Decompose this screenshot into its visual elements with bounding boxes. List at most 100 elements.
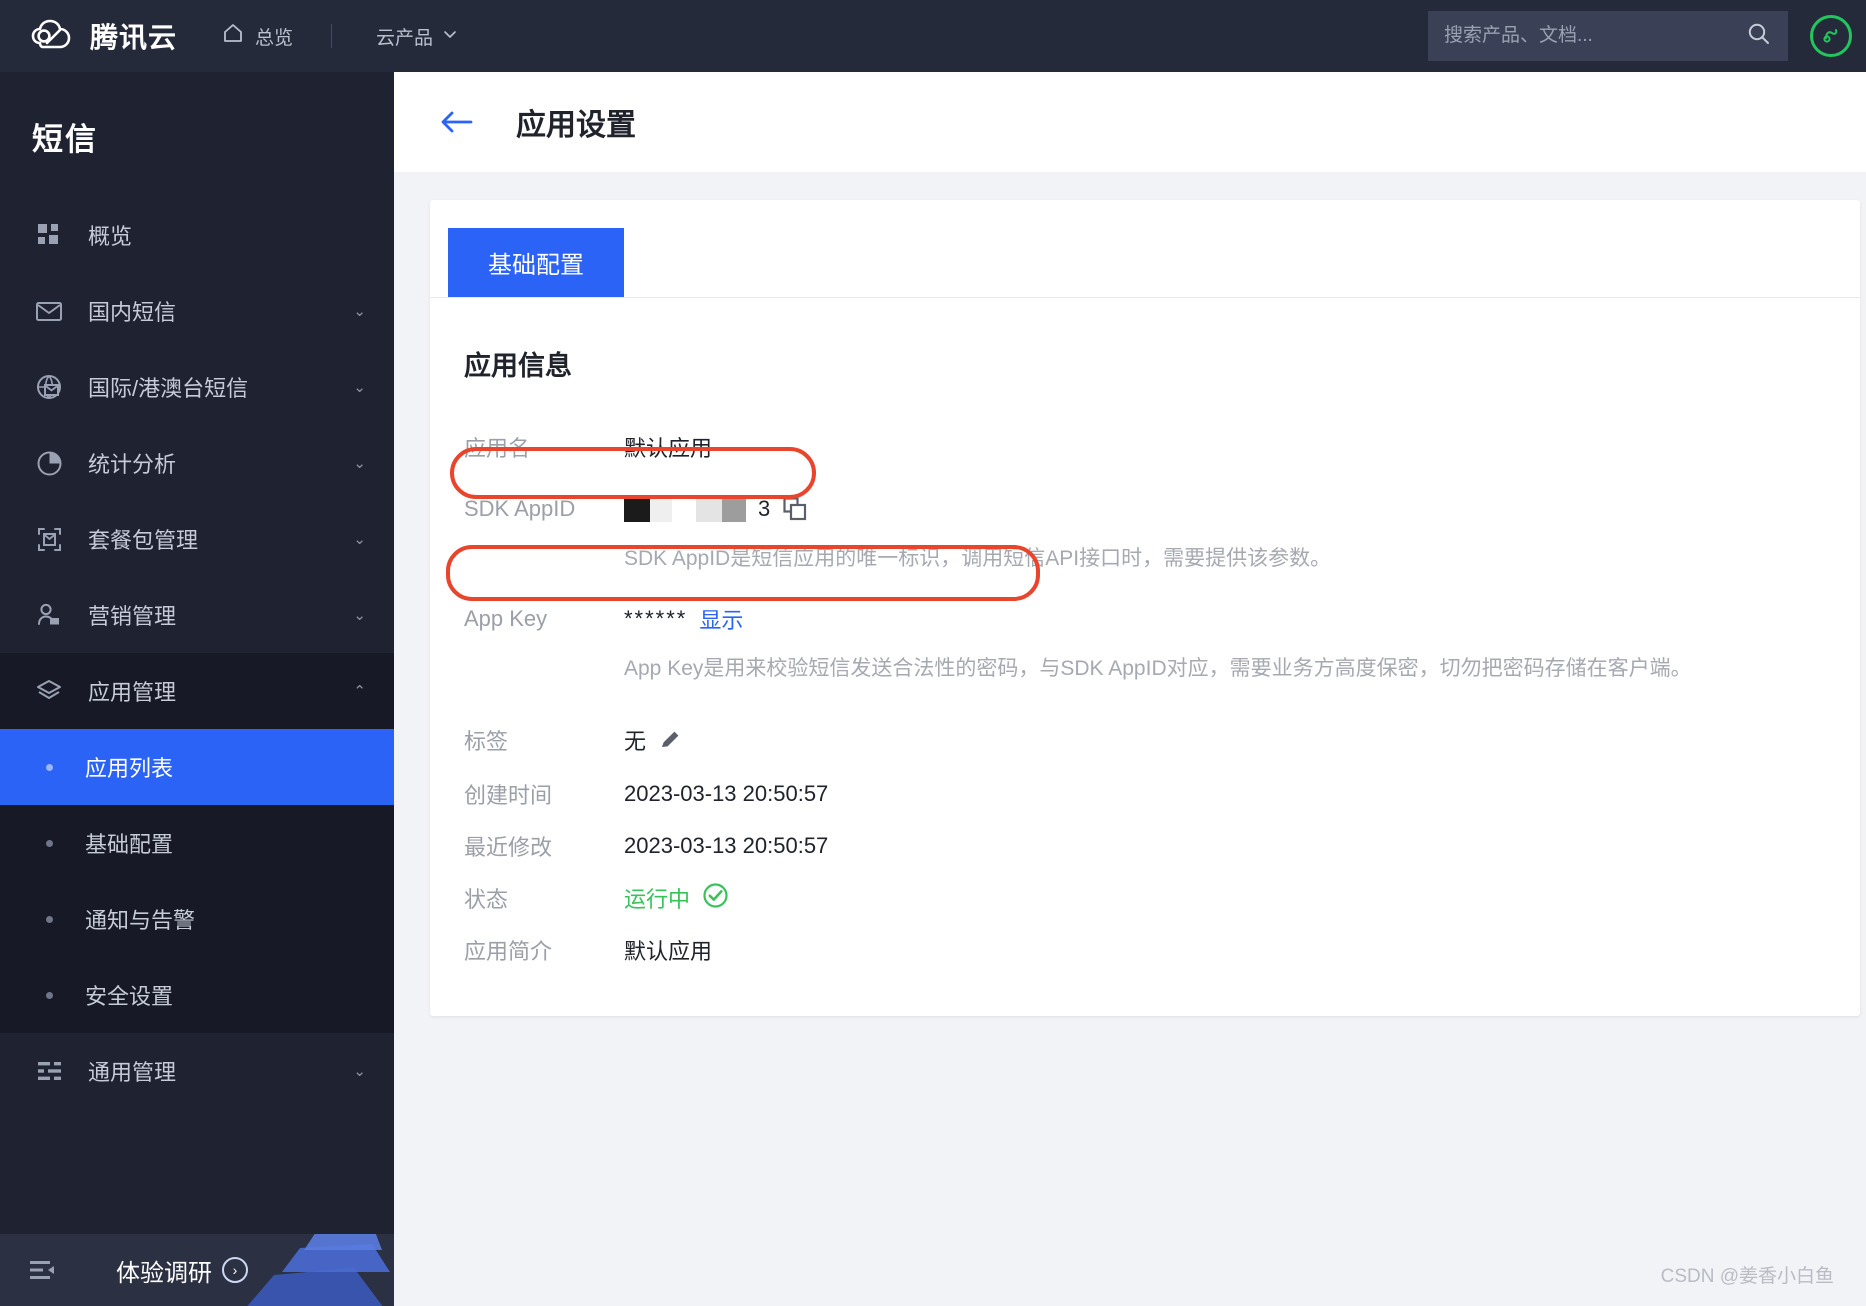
field-label-sdk-appid: SDK AppID bbox=[464, 496, 576, 521]
tab-bar: 基础配置 bbox=[430, 200, 1860, 298]
sidebar-bottom-bar: 体验调研 › bbox=[0, 1234, 394, 1306]
sidebar-item-international-sms[interactable]: 国际/港澳台短信 ⌄ bbox=[0, 349, 394, 425]
chevron-down-icon: ⌄ bbox=[353, 379, 366, 396]
pie-chart-icon bbox=[32, 450, 66, 477]
chevron-right-circle-icon: › bbox=[222, 1257, 248, 1283]
field-row-app-description: 应用简介 默认应用 bbox=[464, 924, 1860, 976]
field-row-status: 状态 运行中 bbox=[464, 872, 1860, 924]
sidebar-item-security-settings[interactable]: 安全设置 bbox=[0, 957, 394, 1033]
main-content: 应用设置 基础配置 应用信息 应用名 默认应用 SDK AppID 3 SDK … bbox=[394, 72, 1866, 1306]
sidebar-item-basic-config-label: 基础配置 bbox=[85, 832, 174, 857]
copy-icon[interactable] bbox=[782, 496, 808, 522]
field-value-app-description: 默认应用 bbox=[624, 939, 713, 964]
field-value-app-name: 默认应用 bbox=[624, 436, 713, 461]
home-icon bbox=[221, 21, 245, 51]
field-label-create-time: 创建时间 bbox=[464, 783, 553, 808]
bullet-icon bbox=[46, 991, 53, 999]
sidebar-item-international-sms-label: 国际/港澳台短信 bbox=[88, 376, 249, 401]
field-label-tag: 标签 bbox=[464, 729, 509, 754]
field-row-app-name: 应用名 默认应用 bbox=[464, 423, 1860, 471]
grid-icon bbox=[32, 222, 66, 248]
chevron-down-icon: ⌄ bbox=[353, 1063, 366, 1080]
sidebar-item-notification-alarm[interactable]: 通知与告警 bbox=[0, 881, 394, 957]
field-row-tag: 标签 无 bbox=[464, 712, 1860, 768]
sidebar-item-overview[interactable]: 概览 bbox=[0, 197, 394, 273]
sidebar-item-domestic-sms[interactable]: 国内短信 ⌄ bbox=[0, 273, 394, 349]
show-app-key-link[interactable]: 显示 bbox=[699, 603, 743, 635]
field-row-create-time: 创建时间 2023-03-13 20:50:57 bbox=[464, 768, 1860, 820]
user-icon bbox=[32, 602, 66, 628]
envelope-icon bbox=[32, 298, 66, 324]
sdk-appid-visible-digit: 3 bbox=[758, 496, 771, 521]
pencil-edit-icon[interactable] bbox=[658, 728, 682, 752]
sidebar-item-domestic-sms-label: 国内短信 bbox=[88, 300, 177, 325]
nav-divider bbox=[331, 24, 333, 48]
sidebar-item-statistics-label: 统计分析 bbox=[88, 452, 177, 477]
layers-icon bbox=[32, 678, 66, 704]
topbar-right-group bbox=[1428, 0, 1866, 72]
field-label-status: 状态 bbox=[464, 887, 509, 912]
field-desc-app-key: App Key是用来校验短信发送合法性的密码，与SDK AppID对应，需要业务… bbox=[624, 656, 1692, 680]
sidebar-item-application-management[interactable]: 应用管理 ⌃ bbox=[0, 653, 394, 729]
app-root: 腾讯云 总览 云产品 搜索产品、文档... 短信 概览 国内短信 ⌄ 国际/港澳… bbox=[0, 0, 1866, 1306]
sidebar-item-package-management[interactable]: 套餐包管理 ⌄ bbox=[0, 501, 394, 577]
bullet-icon bbox=[46, 763, 53, 771]
field-row-app-key: App Key ****** 显示 bbox=[464, 595, 1860, 643]
field-value-create-time: 2023-03-13 20:50:57 bbox=[624, 781, 829, 806]
sidebar-item-marketing-management-label: 营销管理 bbox=[88, 604, 177, 629]
field-row-sdk-appid: SDK AppID 3 bbox=[464, 485, 1860, 533]
nav-item-overview[interactable]: 总览 bbox=[221, 21, 293, 51]
search-icon[interactable] bbox=[1746, 21, 1772, 52]
sidebar-item-notification-alarm-label: 通知与告警 bbox=[85, 908, 196, 933]
brand-logo-link[interactable]: 腾讯云 bbox=[30, 13, 177, 59]
chevron-down-icon: ⌄ bbox=[353, 531, 366, 548]
page-title: 应用设置 bbox=[516, 109, 636, 142]
survey-link[interactable]: 体验调研 › bbox=[116, 1253, 248, 1288]
survey-link-label: 体验调研 bbox=[116, 1259, 212, 1287]
status-badge: 运行中 bbox=[624, 887, 691, 912]
bullet-icon bbox=[46, 915, 53, 923]
chevron-down-icon: ⌄ bbox=[353, 303, 366, 320]
field-value-sdk-appid: 3 bbox=[624, 496, 808, 522]
sidebar-item-statistics[interactable]: 统计分析 ⌄ bbox=[0, 425, 394, 501]
sliders-icon bbox=[32, 1059, 66, 1083]
sidebar-item-security-settings-label: 安全设置 bbox=[85, 984, 174, 1009]
sidebar-item-general-management-label: 通用管理 bbox=[88, 1060, 177, 1085]
chevron-down-icon: ⌄ bbox=[353, 455, 366, 472]
redacted-value-mask bbox=[624, 496, 746, 522]
tencent-cloud-logo-icon bbox=[30, 13, 76, 59]
sidebar-item-application-list[interactable]: 应用列表 bbox=[0, 729, 394, 805]
sidebar-item-basic-config[interactable]: 基础配置 bbox=[0, 805, 394, 881]
wechat-miniprogram-icon[interactable] bbox=[1810, 15, 1852, 57]
nav-item-cloud-products[interactable]: 云产品 bbox=[376, 23, 457, 50]
field-value-last-modified: 2023-03-13 20:50:57 bbox=[624, 833, 829, 858]
sidebar-item-application-list-label: 应用列表 bbox=[85, 756, 174, 781]
field-label-last-modified: 最近修改 bbox=[464, 835, 553, 860]
sidebar-item-marketing-management[interactable]: 营销管理 ⌄ bbox=[0, 577, 394, 653]
sidebar-item-general-management[interactable]: 通用管理 ⌄ bbox=[0, 1033, 394, 1109]
app-key-masked-value: ****** bbox=[624, 605, 688, 631]
section-title-app-info: 应用信息 bbox=[464, 351, 572, 381]
field-value-status: 运行中 bbox=[624, 882, 729, 915]
brand-name: 腾讯云 bbox=[90, 22, 178, 53]
sidebar-submenu-application-management: 应用列表 基础配置 通知与告警 安全设置 bbox=[0, 729, 394, 1033]
sidebar: 短信 概览 国内短信 ⌄ 国际/港澳台短信 ⌄ 统计分析 ⌄ 套餐包管理 ⌄ 营… bbox=[0, 72, 394, 1306]
chevron-up-icon: ⌃ bbox=[353, 683, 366, 700]
tab-basic-config[interactable]: 基础配置 bbox=[448, 228, 624, 297]
field-label-app-key: App Key bbox=[464, 605, 548, 631]
field-row-last-modified: 最近修改 2023-03-13 20:50:57 bbox=[464, 820, 1860, 872]
collapse-sidebar-icon[interactable] bbox=[28, 1258, 58, 1282]
globe-envelope-icon bbox=[32, 373, 66, 401]
search-input[interactable] bbox=[1444, 25, 1746, 47]
sidebar-item-application-management-label: 应用管理 bbox=[88, 680, 177, 705]
back-arrow-icon[interactable] bbox=[438, 108, 474, 136]
sidebar-item-package-management-label: 套餐包管理 bbox=[88, 528, 199, 553]
check-circle-icon bbox=[702, 882, 729, 915]
field-desc-sdk-appid: SDK AppID是短信应用的唯一标识，调用短信API接口时，需要提供该参数。 bbox=[624, 547, 1332, 570]
chevron-down-icon: ⌄ bbox=[353, 607, 366, 624]
sidebar-title: 短信 bbox=[32, 122, 98, 157]
sidebar-item-overview-label: 概览 bbox=[88, 224, 133, 249]
page-header: 应用设置 bbox=[394, 72, 1866, 172]
settings-card: 基础配置 应用信息 应用名 默认应用 SDK AppID 3 SDK AppID… bbox=[430, 200, 1860, 1016]
search-box[interactable] bbox=[1428, 11, 1788, 61]
